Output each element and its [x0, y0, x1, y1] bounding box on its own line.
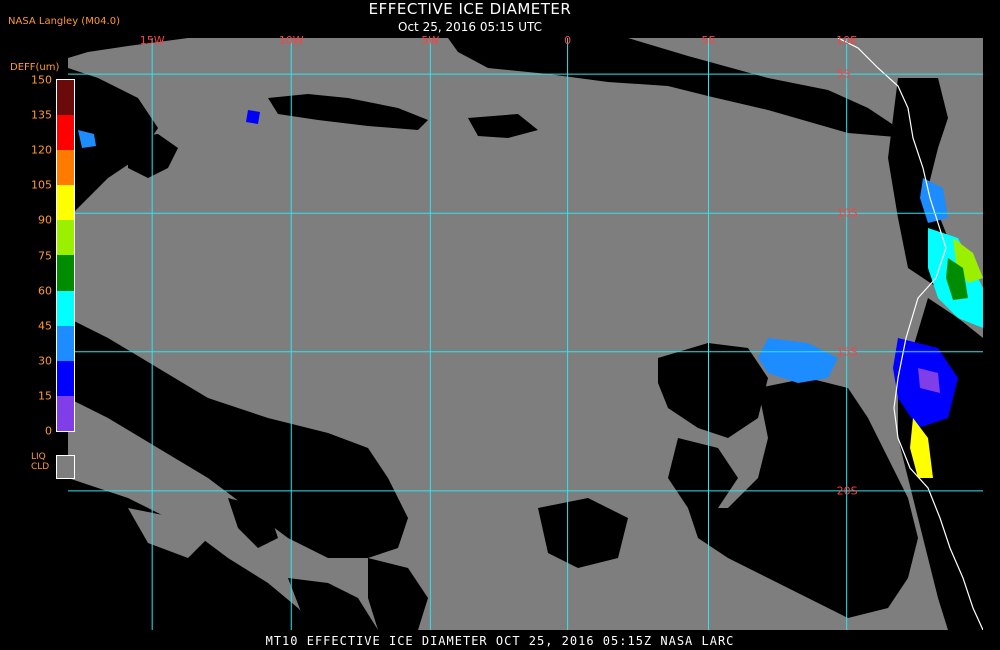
legend-tick-label: 150	[31, 73, 52, 87]
legend-color-swatch	[57, 150, 74, 186]
longitude-label: 5E	[701, 34, 716, 47]
longitude-label: 5W	[421, 34, 440, 47]
liquid-cloud-label-line2: CLD	[31, 462, 50, 472]
liquid-cloud-swatch	[56, 455, 75, 479]
longitude-label: 0	[564, 34, 572, 47]
legend-tick-label: 45	[38, 319, 52, 333]
latitude-label: 15S	[836, 345, 858, 359]
legend-color-swatch	[57, 395, 74, 431]
color-legend	[56, 79, 75, 432]
liquid-cloud-label: LIQ CLD	[31, 452, 49, 472]
legend-tick-label: 0	[45, 424, 52, 438]
clear-sky-regions	[68, 38, 983, 630]
legend-color-swatch	[57, 80, 74, 116]
latitude-label: 20S	[836, 484, 858, 498]
latitude-label: 5S	[836, 67, 851, 81]
map-timestamp: Oct 25, 2016 05:15 UTC	[398, 20, 542, 34]
footer-caption: MT10 EFFECTIVE ICE DIAMETER OCT 25, 2016…	[265, 634, 735, 648]
map-title: EFFECTIVE ICE DIAMETER	[368, 0, 572, 18]
longitude-label: 10E	[836, 34, 858, 47]
liquid-cloud-label-line1: LIQ	[31, 452, 46, 462]
legend-tick-label: 30	[38, 354, 52, 368]
longitude-label: 10W	[278, 34, 304, 47]
legend-color-swatch	[57, 220, 74, 256]
legend-tick-label: 15	[38, 389, 52, 403]
legend-color-swatch	[57, 115, 74, 151]
legend-color-swatch	[57, 360, 74, 396]
legend-color-swatch	[57, 290, 74, 326]
map-canvas	[68, 38, 983, 630]
legend-tick-label: 120	[31, 143, 52, 157]
legend-color-swatch	[57, 185, 74, 221]
legend-tick-label: 135	[31, 108, 52, 122]
legend-tick-label: 105	[31, 178, 52, 192]
legend-tick-label: 75	[38, 249, 52, 262]
legend-color-swatch	[57, 325, 74, 361]
credit-label: NASA Langley (M04.0)	[8, 16, 120, 27]
legend-tick-label: 90	[38, 213, 52, 227]
legend-title: DEFF(um)	[10, 62, 60, 73]
legend-tick-label: 60	[38, 284, 52, 298]
longitude-label: 15W	[139, 34, 165, 47]
latitude-label: 10S	[836, 206, 858, 220]
legend-color-swatch	[57, 255, 74, 291]
satellite-map	[68, 38, 983, 630]
